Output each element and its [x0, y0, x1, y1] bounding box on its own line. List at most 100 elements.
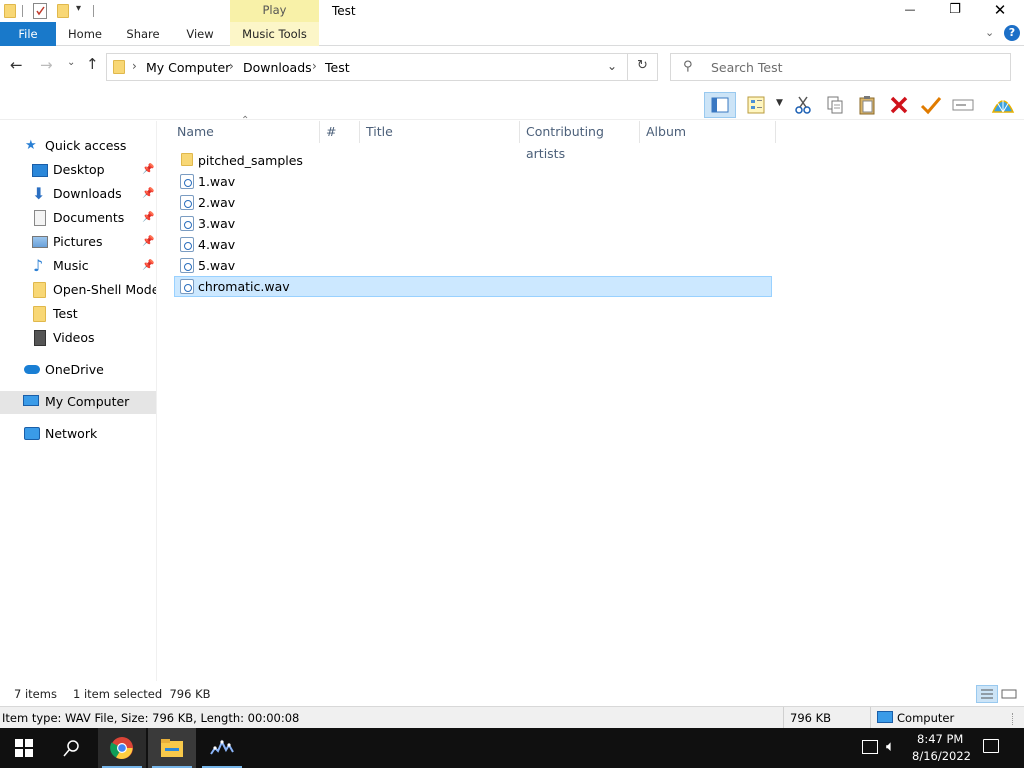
clock-date[interactable]: 8/16/2022	[912, 749, 971, 763]
list-item[interactable]: 4.wav	[174, 234, 772, 255]
taskbar-chrome[interactable]	[98, 728, 146, 768]
copy-icon[interactable]	[822, 92, 848, 118]
nav-network[interactable]: Network	[0, 423, 157, 445]
audio-app-icon	[210, 739, 234, 755]
breadcrumb-chevron-icon[interactable]: ›	[312, 59, 317, 73]
nav-label: Network	[45, 426, 98, 441]
nav-label: Music	[53, 258, 89, 273]
checkmark-icon[interactable]	[918, 92, 944, 118]
tab-home[interactable]: Home	[58, 22, 112, 46]
column-title[interactable]: Title	[360, 121, 520, 143]
nav-label: OneDrive	[45, 362, 104, 377]
nav-item-videos[interactable]: Videos	[0, 327, 157, 349]
address-bar[interactable]: › My Computer › Downloads › Test ⌄ ↻	[106, 53, 658, 81]
nav-item-pictures[interactable]: Pictures 📌	[0, 231, 157, 253]
nav-item-music[interactable]: ♪ Music 📌	[0, 255, 157, 277]
nav-label: Quick access	[45, 138, 127, 153]
nav-item-downloads[interactable]: ⬇ Downloads 📌	[0, 183, 157, 205]
close-button[interactable]: ✕	[990, 0, 1010, 22]
large-icons-view-icon[interactable]	[1000, 686, 1018, 702]
tab-music-tools[interactable]: Music Tools	[230, 22, 319, 46]
view-dropdown-icon[interactable]: ▼	[776, 98, 783, 108]
search-field[interactable]: ⚲ Search Test	[670, 53, 1011, 81]
nav-item-documents[interactable]: Documents 📌	[0, 207, 157, 229]
delete-icon[interactable]	[886, 92, 912, 118]
navigation-pane-icon[interactable]	[704, 92, 736, 118]
column-name[interactable]: Name	[171, 121, 320, 143]
divider	[627, 54, 628, 80]
customize-chevron-icon[interactable]: ▾	[76, 3, 81, 14]
minimize-button[interactable]: —	[900, 0, 920, 22]
forward-arrow-icon[interactable]: →	[40, 56, 53, 74]
list-item[interactable]: 5.wav	[174, 255, 772, 276]
document-icon	[34, 210, 46, 226]
location-label: Computer	[897, 711, 955, 725]
column-number[interactable]: #	[320, 121, 360, 143]
help-icon[interactable]: ?	[1004, 25, 1020, 41]
taskbar-audio-app[interactable]	[198, 728, 246, 768]
properties-icon[interactable]	[33, 3, 47, 19]
taskbar-explorer[interactable]	[148, 728, 196, 768]
divider	[783, 707, 784, 729]
breadcrumb-chevron-icon[interactable]: ›	[132, 59, 137, 73]
nav-item-open-shell[interactable]: Open-Shell Modern	[0, 279, 157, 301]
folder-icon	[4, 4, 16, 18]
breadcrumb-downloads[interactable]: Downloads	[243, 60, 312, 75]
pin-icon: 📌	[142, 188, 155, 199]
list-item[interactable]: 1.wav	[174, 171, 772, 192]
nav-label: Videos	[53, 330, 95, 345]
notifications-icon[interactable]	[983, 739, 999, 753]
separator	[93, 5, 94, 17]
up-arrow-icon[interactable]: ↑	[86, 55, 99, 73]
audio-file-icon	[180, 237, 194, 252]
expand-ribbon-icon[interactable]: ⌄	[985, 26, 994, 39]
folder-icon	[33, 306, 46, 322]
breadcrumb-chevron-icon[interactable]: ›	[229, 59, 234, 73]
picture-icon	[32, 236, 48, 248]
audio-file-icon	[180, 258, 194, 273]
tab-file[interactable]: File	[0, 22, 56, 46]
breadcrumb-my-computer[interactable]: My Computer	[146, 60, 230, 75]
refresh-icon[interactable]: ↻	[637, 58, 648, 73]
list-item[interactable]: pitched_samples	[174, 150, 772, 171]
resize-grip-icon[interactable]	[1012, 713, 1020, 725]
music-note-icon: ♪	[33, 256, 44, 275]
nav-quick-access[interactable]: ★ Quick access	[0, 135, 157, 157]
back-arrow-icon[interactable]: ←	[10, 56, 23, 74]
nav-my-computer[interactable]: My Computer	[0, 391, 156, 414]
rename-icon[interactable]	[950, 92, 976, 118]
tab-share[interactable]: Share	[116, 22, 170, 46]
item-count: 7 items	[14, 687, 57, 701]
start-button[interactable]	[0, 728, 48, 768]
list-item-selected[interactable]: chromatic.wav	[174, 276, 772, 297]
search-button[interactable]	[48, 728, 96, 768]
pin-icon: 📌	[142, 212, 155, 223]
column-contributing-artists[interactable]: Contributing artists	[520, 121, 640, 161]
file-list: ⌃ Name # Title Contributing artists Albu…	[160, 115, 1024, 681]
volume-icon[interactable]: 🔈︎	[886, 737, 895, 755]
nav-onedrive[interactable]: OneDrive	[0, 359, 157, 381]
file-name: 1.wav	[198, 174, 236, 189]
clock-time[interactable]: 8:47 PM	[917, 732, 963, 746]
network-tray-icon[interactable]	[862, 740, 878, 754]
column-album[interactable]: Album	[640, 121, 776, 143]
details-view-icon[interactable]	[976, 685, 998, 703]
breadcrumb-test[interactable]: Test	[325, 60, 350, 75]
recent-chevron-icon[interactable]: ⌄	[67, 57, 75, 68]
view-icon[interactable]	[744, 92, 770, 118]
cut-icon[interactable]	[790, 92, 816, 118]
nav-label: Pictures	[53, 234, 103, 249]
paste-icon[interactable]	[854, 92, 880, 118]
file-name: pitched_samples	[198, 153, 303, 168]
list-item[interactable]: 3.wav	[174, 213, 772, 234]
nav-item-test[interactable]: Test	[0, 303, 157, 325]
maximize-button[interactable]: ❐	[945, 0, 965, 22]
new-folder-icon[interactable]	[57, 4, 69, 18]
address-dropdown-icon[interactable]: ⌄	[607, 59, 617, 73]
item-details: Item type: WAV File, Size: 796 KB, Lengt…	[2, 711, 300, 725]
list-item[interactable]: 2.wav	[174, 192, 772, 213]
nav-item-desktop[interactable]: Desktop 📌	[0, 159, 157, 181]
computer-icon	[877, 711, 893, 723]
tab-view[interactable]: View	[174, 22, 226, 46]
shell-icon[interactable]	[990, 92, 1016, 118]
